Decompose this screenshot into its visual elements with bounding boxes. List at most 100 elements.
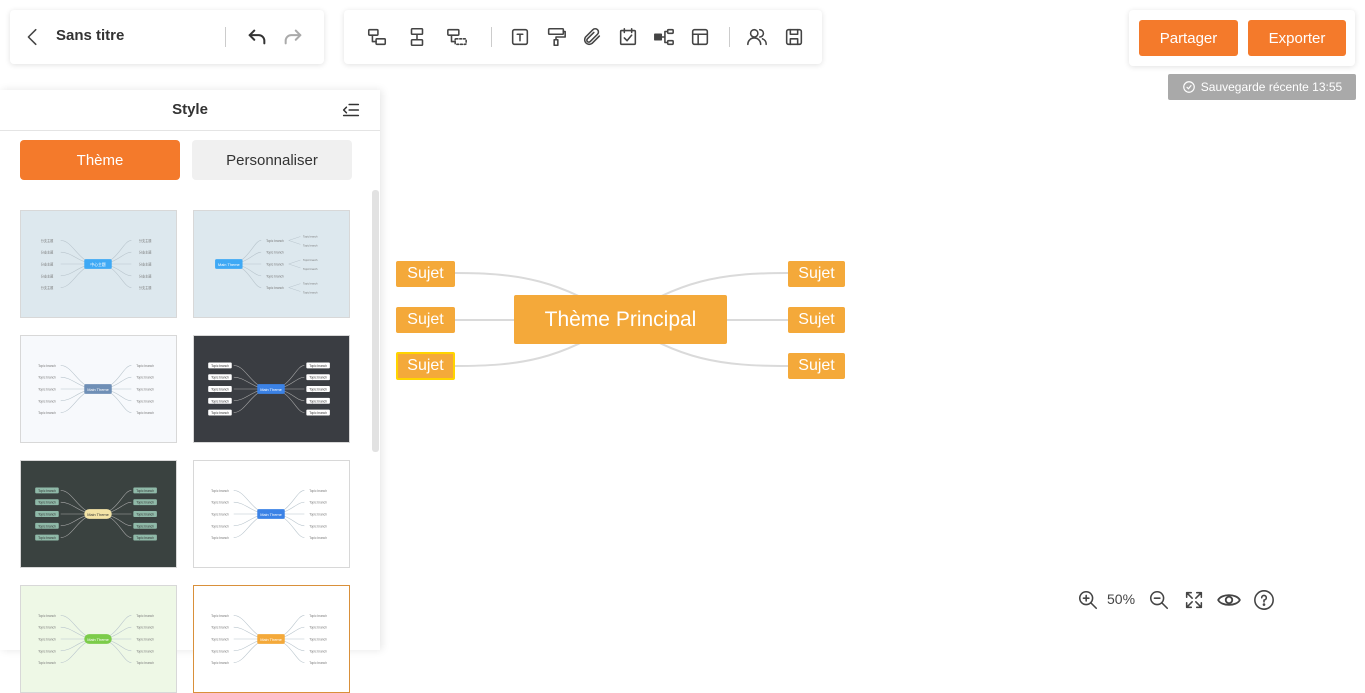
theme-thumbnail-text: Topic branch bbox=[136, 512, 154, 516]
theme-thumbnail-text: Topic branch bbox=[211, 637, 229, 641]
theme-thumbnail-text: Topic branch bbox=[309, 501, 327, 505]
theme-thumbnail-text: Topic branch bbox=[136, 661, 154, 665]
fit-screen-icon[interactable] bbox=[1182, 588, 1206, 612]
format-painter-icon[interactable] bbox=[543, 24, 569, 50]
theme-thumbnail-text: Topic branch bbox=[38, 649, 56, 653]
right-topic-node[interactable]: Sujet bbox=[788, 353, 845, 379]
theme-thumbnail-text: 分支主题 bbox=[41, 250, 54, 255]
theme-thumbnail-text: Topic branch bbox=[136, 614, 154, 618]
document-title[interactable]: Sans titre bbox=[56, 27, 124, 44]
left-topic-node-selected[interactable]: Sujet bbox=[396, 352, 455, 380]
left-topic-node[interactable]: Sujet bbox=[396, 261, 455, 287]
theme-thumbnail-text: Main Theme bbox=[260, 637, 282, 642]
save-status-text: Sauvegarde récente 13:55 bbox=[1200, 80, 1343, 94]
theme-thumbnail-text: Topic branch bbox=[309, 399, 327, 403]
theme-thumbnail-text: Topic branch bbox=[211, 536, 229, 540]
task-calendar-icon[interactable] bbox=[615, 24, 641, 50]
theme-thumbnail[interactable]: Topic branch Topic branch Topic branch Topi… bbox=[20, 335, 177, 443]
insert-toolbar bbox=[344, 10, 822, 64]
theme-thumbnail-text: Main Theme bbox=[87, 637, 109, 642]
theme-thumbnail-text: Topic branch bbox=[211, 626, 229, 630]
attachment-icon[interactable] bbox=[579, 24, 605, 50]
collapse-panel-icon[interactable] bbox=[338, 97, 364, 123]
theme-thumbnail-text: Topic branch bbox=[309, 637, 327, 641]
tab-theme[interactable]: Thème bbox=[20, 140, 180, 180]
save-status-badge: Sauvegarde récente 13:55 bbox=[1168, 74, 1356, 100]
theme-thumbnail-text: Topic branch bbox=[211, 649, 229, 653]
theme-thumbnail-text: Topic branch bbox=[38, 387, 56, 391]
add-floating-topic-icon[interactable] bbox=[444, 24, 470, 50]
theme-thumbnail-text: Topic branch bbox=[136, 501, 154, 505]
theme-thumbnail[interactable]: Topic branch Topic branch Topic branch Topi… bbox=[20, 585, 177, 693]
right-topic-node[interactable]: Sujet bbox=[788, 307, 845, 333]
theme-thumbnail[interactable]: Topic branch Topic branch Topic branch Topi… bbox=[20, 460, 177, 568]
theme-thumbnail-text: Topic branch bbox=[303, 243, 318, 247]
style-panel: Style Thème Personnaliser 分支主题 分支主题 分支主题 分支… bbox=[0, 90, 380, 693]
theme-thumbnail[interactable]: Topic branch Topic branch Topic branch Topi… bbox=[193, 335, 350, 443]
divider bbox=[225, 27, 226, 47]
theme-thumbnail-text: Topic branch bbox=[211, 387, 229, 391]
preview-eye-icon[interactable] bbox=[1215, 588, 1243, 612]
theme-thumbnail-text: Topic branch bbox=[211, 489, 229, 493]
theme-thumbnail-text: Topic branch bbox=[309, 536, 327, 540]
theme-thumbnail-text: Main Theme bbox=[260, 512, 282, 517]
theme-thumbnail-text: Topic branch bbox=[266, 286, 284, 290]
theme-thumbnail-text: Topic branch bbox=[136, 399, 154, 403]
theme-thumbnail-text: Topic branch bbox=[266, 251, 284, 255]
theme-thumbnail-text: Topic branch bbox=[309, 376, 327, 380]
theme-thumbnail-text: Topic branch bbox=[211, 399, 229, 403]
text-box-icon[interactable] bbox=[507, 24, 533, 50]
theme-thumbnail-text: Topic branch bbox=[136, 489, 154, 493]
collaborators-icon[interactable] bbox=[744, 24, 770, 50]
theme-thumbnail-text: Topic branch bbox=[38, 364, 56, 368]
theme-thumbnail[interactable]: 分支主题 分支主题 分支主题 分支主题 分支主题 分支主题 分支主题 分支主题 分支主题 分支主题… bbox=[20, 210, 177, 318]
theme-thumbnail-text: Main Theme bbox=[87, 512, 109, 517]
right-topic-node[interactable]: Sujet bbox=[788, 261, 845, 287]
theme-thumbnail-text: Topic branch bbox=[303, 282, 318, 286]
style-panel-title: Style bbox=[172, 101, 208, 118]
theme-thumbnail-text: Topic branch bbox=[211, 524, 229, 528]
theme-thumbnail-text: 分支主题 bbox=[139, 273, 151, 278]
theme-thumbnail-text: Main Theme bbox=[87, 387, 109, 392]
theme-thumbnail-text: Topic branch bbox=[38, 536, 56, 540]
theme-thumbnail-text: Topic branch bbox=[38, 411, 56, 415]
undo-icon[interactable] bbox=[244, 24, 270, 50]
theme-thumbnail-text: Topic branch bbox=[309, 626, 327, 630]
theme-thumbnail-text: Topic branch bbox=[266, 239, 284, 243]
add-subtopic-icon[interactable] bbox=[364, 24, 390, 50]
share-button[interactable]: Partager bbox=[1139, 20, 1238, 56]
central-topic-node[interactable]: Thème Principal bbox=[514, 295, 727, 344]
theme-thumbnail-text: Topic branch bbox=[136, 536, 154, 540]
theme-thumbnail-text: 分支主题 bbox=[41, 273, 54, 278]
theme-thumbnail-text: Topic branch bbox=[309, 364, 327, 368]
theme-thumbnail-text: Topic branch bbox=[136, 637, 154, 641]
theme-thumbnail-text: Topic branch bbox=[38, 489, 56, 493]
tab-customize[interactable]: Personnaliser bbox=[192, 140, 352, 180]
redo-icon[interactable] bbox=[280, 24, 306, 50]
theme-thumbnail-text: Topic branch bbox=[38, 626, 56, 630]
layout-icon[interactable] bbox=[687, 24, 713, 50]
export-button[interactable]: Exporter bbox=[1248, 20, 1346, 56]
theme-thumbnail-text: Topic branch bbox=[266, 274, 284, 278]
theme-thumbnail-text: Topic branch bbox=[309, 512, 327, 516]
structure-icon[interactable] bbox=[651, 24, 677, 50]
help-icon[interactable] bbox=[1252, 588, 1276, 612]
left-topic-node[interactable]: Sujet bbox=[396, 307, 455, 333]
theme-thumbnail-text: Topic branch bbox=[303, 258, 318, 262]
theme-thumbnail-text: Topic branch bbox=[211, 376, 229, 380]
add-sibling-topic-icon[interactable] bbox=[404, 24, 430, 50]
theme-thumbnail-text: Topic branch bbox=[136, 524, 154, 528]
back-arrow-icon[interactable] bbox=[20, 24, 46, 50]
theme-thumbnail-text: Topic branch bbox=[136, 626, 154, 630]
theme-thumbnail[interactable]: Topic branch Topic branch Topic branch Topi… bbox=[193, 585, 350, 693]
theme-thumbnail-text: Topic branch bbox=[136, 411, 154, 415]
theme-thumbnail[interactable]: Topic branch Topic branch Topic branch Topi… bbox=[193, 460, 350, 568]
zoom-in-icon[interactable] bbox=[1076, 588, 1100, 612]
theme-thumbnail[interactable]: Topic branch Topic branch Topic branch Topi… bbox=[193, 210, 350, 318]
save-icon[interactable] bbox=[781, 24, 807, 50]
zoom-out-icon[interactable] bbox=[1147, 588, 1171, 612]
theme-thumbnail-text: Topic branch bbox=[309, 387, 327, 391]
theme-thumbnail-text: Topic branch bbox=[38, 614, 56, 618]
panel-scrollbar[interactable] bbox=[372, 190, 379, 452]
theme-thumbnail-text: Topic branch bbox=[303, 235, 318, 239]
